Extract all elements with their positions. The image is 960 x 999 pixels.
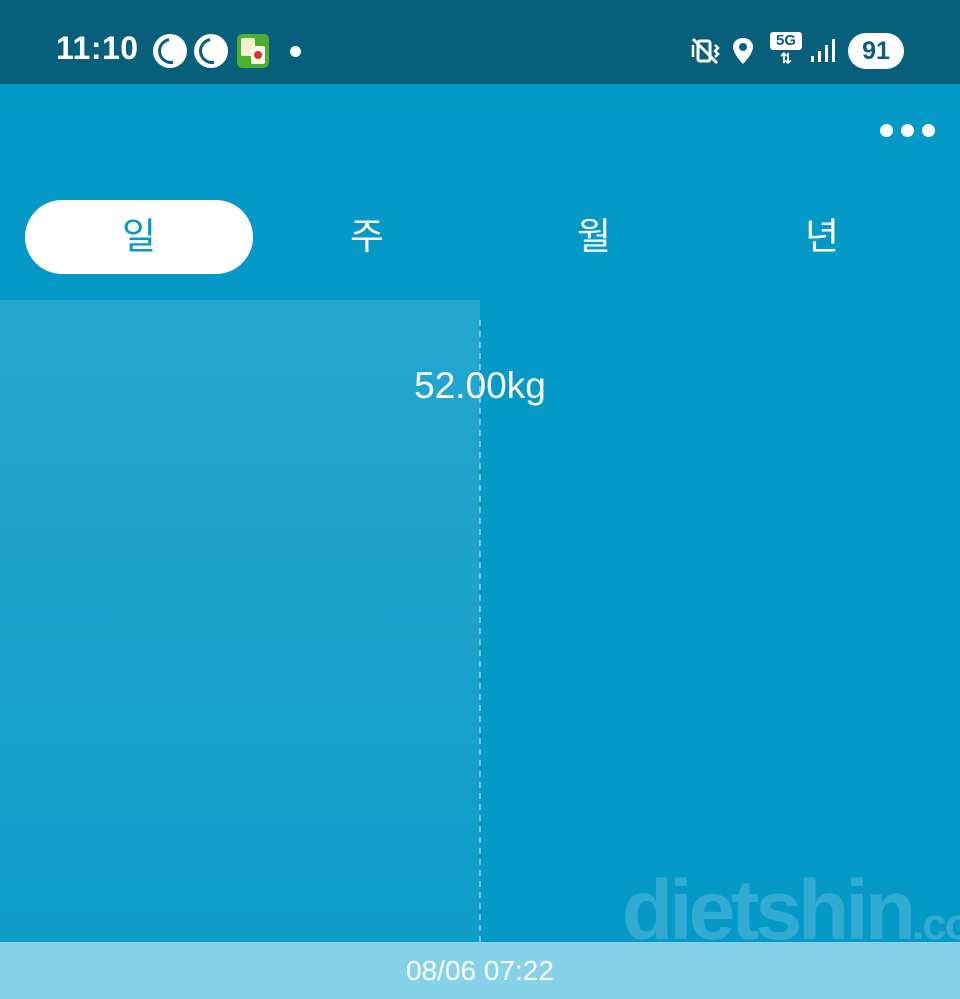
location-icon (733, 38, 753, 64)
mute-vibrate-icon (691, 37, 720, 65)
tab-year[interactable]: 년 (708, 200, 936, 274)
notification-dot-icon (290, 46, 301, 57)
moon-icon (153, 34, 187, 68)
battery-indicator: 91 (848, 33, 904, 69)
tab-day[interactable]: 일 (25, 200, 253, 274)
dietshin-watermark: dietshin.com (622, 863, 960, 957)
tab-month[interactable]: 월 (480, 200, 708, 274)
selected-date-label: 08/06 07:22 (406, 955, 554, 986)
moon-icon (194, 34, 228, 68)
5g-icon: 5G ⇅ (770, 32, 802, 68)
more-options-button[interactable] (876, 120, 940, 142)
status-time: 11:10 (56, 30, 139, 66)
period-tabs: 일 주 월 년 (0, 200, 960, 276)
selected-value-label: 52.00kg (414, 365, 546, 406)
mahjong-app-icon (237, 34, 269, 68)
signal-icon (811, 39, 835, 62)
more-dots-icon (880, 124, 893, 137)
status-bar: 11:10 5G ⇅ 91 (0, 0, 960, 84)
tab-week[interactable]: 주 (253, 200, 481, 274)
